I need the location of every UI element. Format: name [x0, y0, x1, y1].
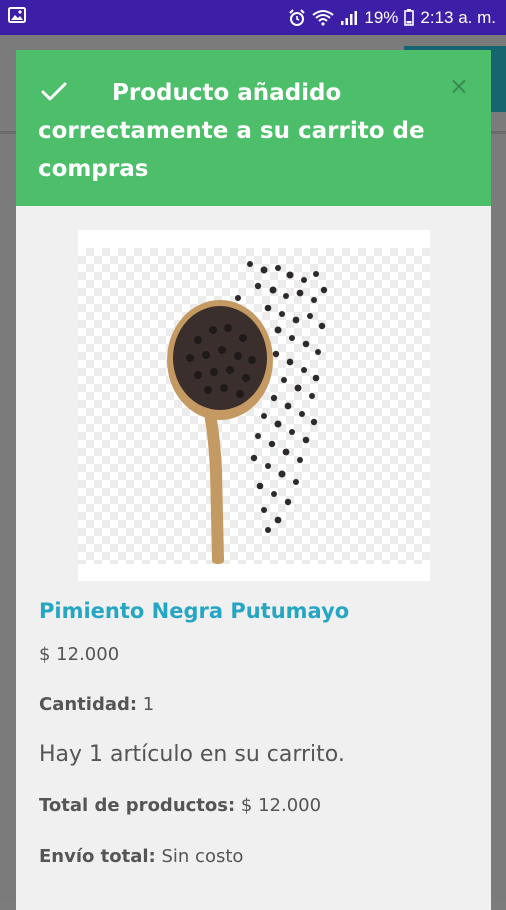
modal-header: Producto añadido correctamente a su carr… — [16, 50, 491, 206]
modal-title: Producto añadido correctamente a su carr… — [38, 80, 425, 182]
battery-percent: 19% — [364, 7, 399, 27]
gallery-icon — [8, 7, 26, 28]
total-products-label: Total de productos: — [39, 795, 236, 816]
shipping-label: Envío total: — [39, 846, 156, 867]
alarm-icon — [288, 8, 306, 27]
status-bar: 19% 2:13 a. m. — [0, 0, 506, 35]
wifi-icon — [312, 9, 334, 26]
cart-message: Hay 1 artículo en su carrito. — [39, 742, 345, 767]
battery-icon — [404, 9, 415, 26]
add-to-cart-modal: Producto añadido correctamente a su carr… — [16, 50, 491, 910]
product-price: $ 12.000 — [39, 644, 120, 665]
signal-icon — [340, 10, 358, 26]
product-name[interactable]: Pimiento Negra Putumayo — [39, 599, 349, 623]
quantity-value: 1 — [142, 694, 155, 715]
close-icon[interactable]: × — [449, 74, 469, 98]
total-products-value: $ 12.000 — [240, 795, 322, 816]
total-products-line: Total de productos: $ 12.000 — [39, 795, 321, 816]
quantity-label: Cantidad: — [39, 694, 138, 715]
product-image — [78, 230, 430, 581]
quantity-line: Cantidad: 1 — [39, 694, 154, 715]
check-icon — [40, 80, 68, 108]
shipping-line: Envío total: Sin costo — [39, 846, 243, 867]
clock-time: 2:13 a. m. — [420, 7, 496, 27]
shipping-value: Sin costo — [161, 846, 244, 867]
spoon-peppercorns-illustration — [167, 261, 328, 564]
